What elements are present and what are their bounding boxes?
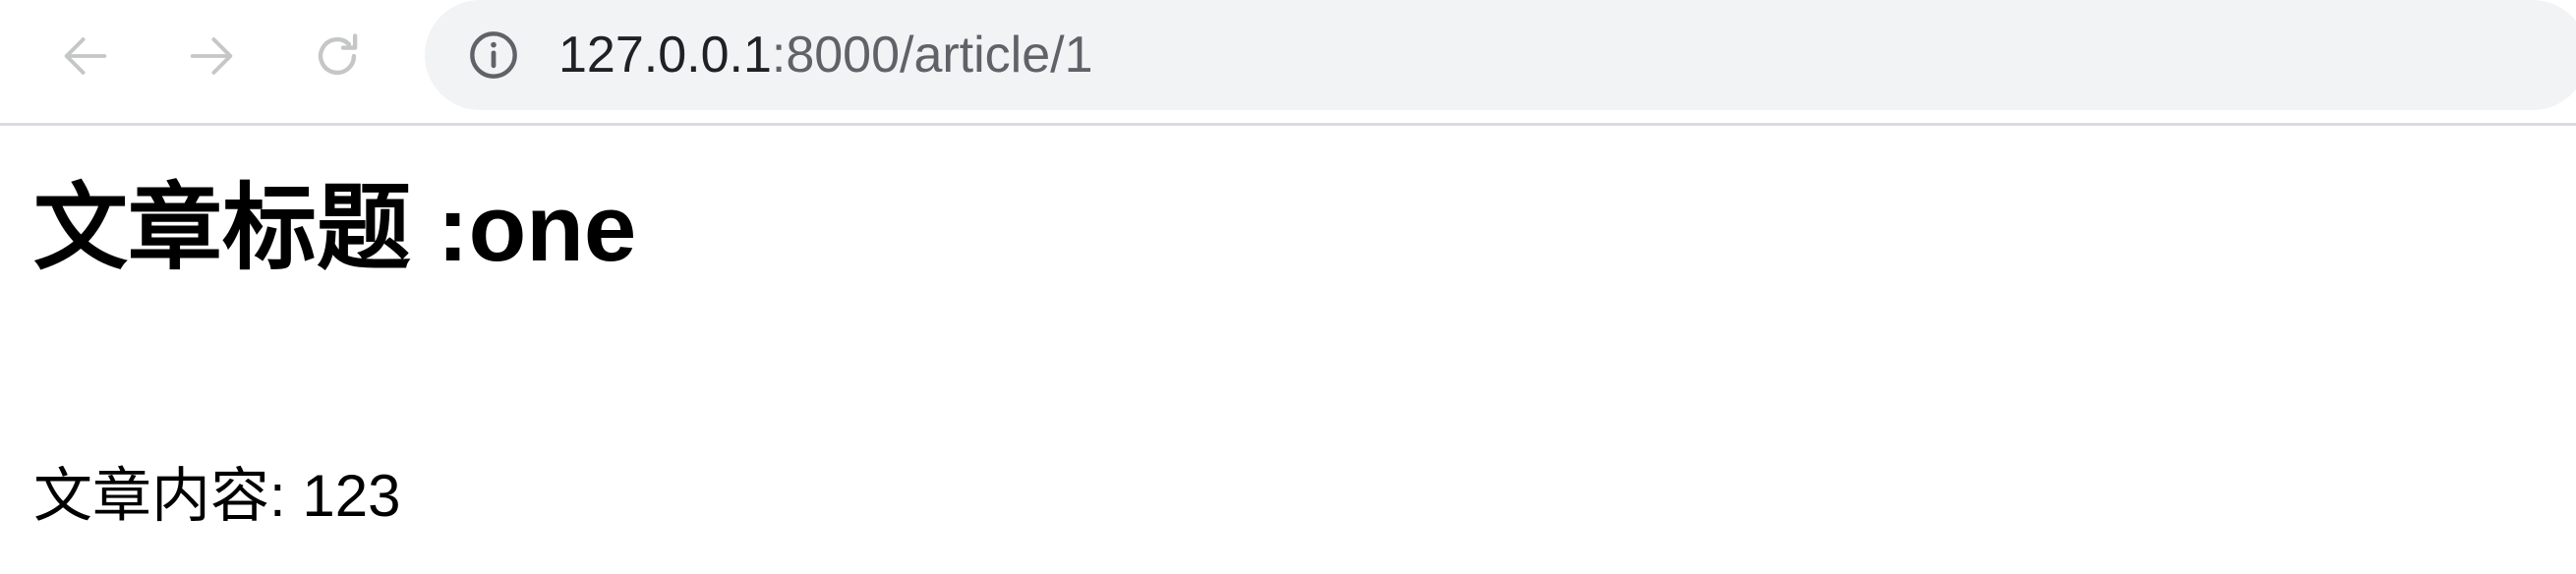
address-bar[interactable]: 127.0.0.1:8000/article/1 [425, 0, 2576, 110]
browser-toolbar: 127.0.0.1:8000/article/1 [0, 0, 2576, 126]
url-path: :8000/article/1 [771, 27, 1093, 84]
back-button[interactable] [51, 22, 120, 90]
article-content: 文章内容: 123 [33, 463, 401, 529]
reload-button[interactable] [303, 22, 372, 90]
reload-icon [318, 33, 358, 76]
forward-button[interactable] [177, 22, 246, 90]
article-title: 文章标题 :one [33, 176, 637, 281]
url-text[interactable]: 127.0.0.1:8000/article/1 [558, 26, 1093, 85]
url-host: 127.0.0.1 [558, 27, 772, 84]
arrow-left-icon [64, 37, 107, 75]
arrow-right-icon [190, 37, 233, 75]
info-icon[interactable] [468, 29, 519, 81]
